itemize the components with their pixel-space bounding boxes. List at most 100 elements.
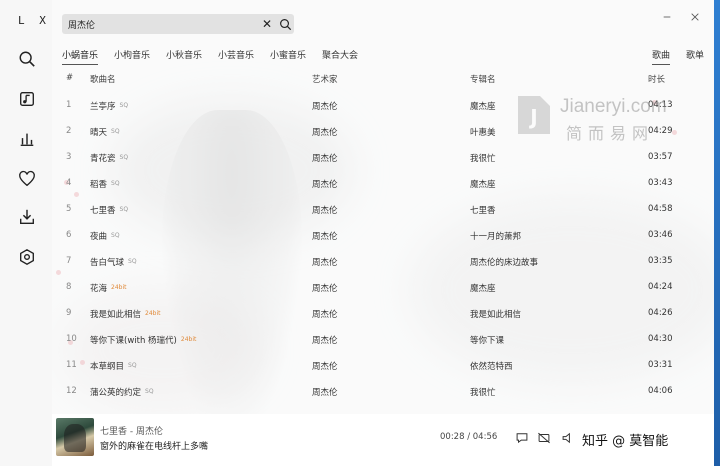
table-row[interactable]: 7 告白气球 SQ 周杰伦 周杰伦的床边故事 03:35	[52, 248, 714, 274]
song-artist: 周杰伦	[312, 258, 338, 268]
sidebar: L X	[0, 0, 52, 466]
row-number: 2	[66, 126, 72, 136]
row-number: 12	[66, 386, 77, 396]
song-album: 我是如此相信	[470, 310, 522, 320]
tab-source-2[interactable]: 小枸音乐	[114, 48, 150, 61]
song-album: 周杰伦的床边故事	[470, 258, 539, 268]
table-row[interactable]: 12 蒲公英的约定 SQ 周杰伦 我很忙 04:06	[52, 378, 714, 404]
row-number: 5	[66, 204, 72, 214]
song-name: 青花瓷	[90, 154, 116, 164]
song-artist: 周杰伦	[312, 336, 338, 346]
tab-playlists[interactable]: 歌单	[686, 48, 704, 61]
song-name: 稻香	[90, 180, 108, 190]
tab-source-1[interactable]: 小蜗音乐	[62, 48, 99, 65]
song-artist: 周杰伦	[312, 128, 338, 138]
table-row[interactable]: 8 花海 24bit 周杰伦 魔杰座 04:24	[52, 274, 714, 300]
clear-icon[interactable]: ✕	[260, 17, 274, 31]
song-duration: 03:31	[648, 360, 673, 370]
song-duration: 03:57	[648, 152, 673, 162]
table-row[interactable]: 1 兰亭序 SQ 周杰伦 魔杰座 04:13	[52, 92, 714, 118]
table-row[interactable]: 2 晴天 SQ 周杰伦 叶惠美 04:29	[52, 118, 714, 144]
tab-source-3[interactable]: 小秋音乐	[166, 48, 202, 61]
table-row[interactable]: 6 夜曲 SQ 周杰伦 十一月的萧邦 03:46	[52, 222, 714, 248]
search-icon[interactable]	[18, 50, 36, 68]
table-row[interactable]: 11 本草纲目 SQ 周杰伦 依然范特西 03:31	[52, 352, 714, 378]
song-duration: 04:29	[648, 126, 673, 136]
song-name-cell: 七里香 SQ	[90, 204, 128, 216]
song-duration: 04:13	[648, 100, 673, 110]
quality-badge: SQ	[111, 232, 120, 239]
table-header: # 歌曲名 艺术家 专辑名 时长	[52, 70, 714, 88]
row-number: 1	[66, 100, 72, 110]
song-duration: 03:46	[648, 230, 673, 240]
tab-source-5[interactable]: 小蜜音乐	[270, 48, 306, 61]
song-artist: 周杰伦	[312, 102, 338, 112]
tab-songs[interactable]: 歌曲	[652, 48, 671, 65]
quality-badge: SQ	[145, 388, 154, 395]
table-row[interactable]: 3 青花瓷 SQ 周杰伦 我很忙 03:57	[52, 144, 714, 170]
quality-badge: SQ	[128, 258, 137, 265]
music-list-icon[interactable]	[18, 90, 36, 108]
song-artist: 周杰伦	[312, 180, 338, 190]
song-album: 等你下课	[470, 336, 505, 346]
song-artist: 周杰伦	[312, 362, 338, 372]
comment-icon[interactable]	[514, 430, 530, 446]
app-logo: L X	[18, 14, 50, 27]
col-num: #	[66, 73, 74, 83]
now-playing-title[interactable]: 七里香 - 周杰伦	[100, 424, 163, 437]
col-album[interactable]: 专辑名	[470, 73, 496, 85]
row-number: 10	[66, 334, 77, 344]
table-row[interactable]: 9 我是如此相信 24bit 周杰伦 我是如此相信 04:26	[52, 300, 714, 326]
song-duration: 04:24	[648, 282, 673, 292]
song-name: 兰亭序	[90, 102, 116, 112]
no-lyric-icon[interactable]	[536, 430, 552, 446]
song-album: 依然范特西	[470, 362, 513, 372]
search-input[interactable]	[68, 16, 248, 32]
row-number: 9	[66, 308, 72, 318]
heart-icon[interactable]	[18, 170, 36, 188]
song-duration: 03:43	[648, 178, 673, 188]
download-icon[interactable]	[18, 208, 36, 226]
song-album: 魔杰座	[470, 102, 496, 112]
quality-badge: 24bit	[180, 336, 197, 343]
volume-icon[interactable]	[560, 430, 576, 446]
album-cover[interactable]	[56, 418, 94, 456]
table-row[interactable]: 10 等你下课(with 杨瑞代) 24bit 周杰伦 等你下课 04:30	[52, 326, 714, 352]
col-artist[interactable]: 艺术家	[312, 73, 338, 85]
row-number: 8	[66, 282, 72, 292]
settings-icon[interactable]	[18, 248, 36, 266]
song-album: 十一月的萧邦	[470, 232, 522, 242]
table-row[interactable]: 5 七里香 SQ 周杰伦 七里香 04:58	[52, 196, 714, 222]
watermark-zhihu: 知乎 @ 莫智能	[582, 434, 669, 449]
quality-badge: 24bit	[111, 284, 127, 291]
quality-badge: SQ	[119, 102, 129, 109]
song-name: 本草纲目	[90, 362, 125, 372]
song-artist: 周杰伦	[312, 388, 338, 398]
song-name: 晴天	[90, 128, 108, 138]
chart-icon[interactable]	[18, 130, 36, 148]
col-name[interactable]: 歌曲名	[90, 73, 116, 85]
song-name: 七里香	[90, 206, 116, 216]
song-duration: 04:58	[648, 204, 673, 214]
close-icon[interactable]	[688, 10, 702, 24]
song-album: 魔杰座	[470, 180, 496, 190]
quality-badge: SQ	[128, 362, 137, 369]
song-name: 花海	[90, 284, 108, 294]
play-time: 00:28 / 04:56	[440, 432, 498, 442]
row-number: 4	[66, 178, 72, 188]
song-name-cell: 蒲公英的约定 SQ	[90, 386, 154, 398]
tab-source-4[interactable]: 小芸音乐	[218, 48, 254, 61]
song-name-cell: 本草纲目 SQ	[90, 360, 137, 372]
quality-badge: SQ	[111, 180, 120, 187]
quality-badge: 24bit	[145, 310, 161, 317]
song-album: 魔杰座	[470, 284, 496, 294]
song-album: 叶惠美	[470, 128, 496, 138]
search-box: ✕	[62, 14, 294, 34]
table-row[interactable]: 4 稻香 SQ 周杰伦 魔杰座 03:43	[52, 170, 714, 196]
minimize-icon[interactable]	[660, 10, 674, 24]
row-number: 6	[66, 230, 72, 240]
tab-source-6[interactable]: 聚合大会	[322, 48, 358, 61]
search-button-icon[interactable]	[278, 17, 292, 31]
col-duration[interactable]: 时长	[648, 73, 665, 85]
quality-badge: SQ	[111, 128, 120, 135]
